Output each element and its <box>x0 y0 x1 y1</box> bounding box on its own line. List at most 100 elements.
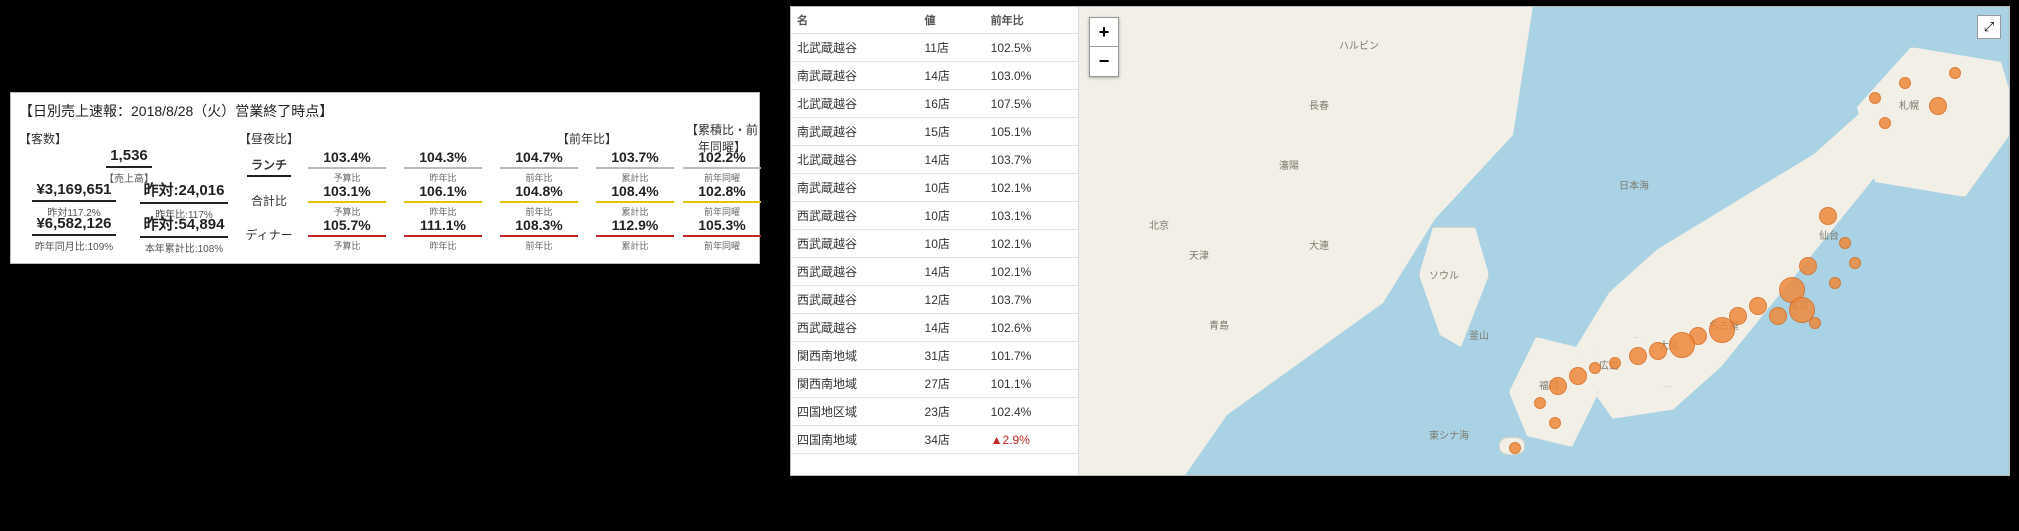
m-2-1: 111.1%昨年比 <box>395 217 491 252</box>
map-marker[interactable] <box>1709 317 1735 343</box>
sales-summary-panel: 【日別売上速報：2018/8/28（火）営業終了時点】 【客数】 【昼夜比】 【… <box>10 92 760 264</box>
table-cell: 103.1% <box>985 202 1078 230</box>
map-label: 天津 <box>1189 247 1209 262</box>
table-cell: 102.4% <box>985 398 1078 426</box>
map-label: 仙台 <box>1819 227 1839 242</box>
table-row[interactable]: 南武蔵越谷14店103.0% <box>791 62 1078 90</box>
map-label: ソウル <box>1429 267 1459 282</box>
table-cell: 101.1% <box>985 370 1078 398</box>
table-cell: 23店 <box>919 398 985 426</box>
table-row[interactable]: 南武蔵越谷10店102.1% <box>791 174 1078 202</box>
map-marker[interactable] <box>1839 237 1851 249</box>
map-label: 釜山 <box>1469 327 1489 342</box>
map-marker[interactable] <box>1849 257 1861 269</box>
kyakusu-total: 1,536 <box>106 147 152 168</box>
table-cell: 101.7% <box>985 342 1078 370</box>
map-marker[interactable] <box>1569 367 1587 385</box>
hdr-zennenhi: 【前年比】 <box>491 130 683 147</box>
table-row[interactable]: 四国南地域34店▲2.9% <box>791 426 1078 454</box>
map-marker[interactable] <box>1929 97 1947 115</box>
map-label: 日本海 <box>1619 177 1649 192</box>
table-row[interactable]: 関西南地域31店101.7% <box>791 342 1078 370</box>
map-label: 北京 <box>1149 217 1169 232</box>
table-cell: 107.5% <box>985 90 1078 118</box>
m-1-1: 106.1%昨年比 <box>395 183 491 218</box>
table-cell: 103.7% <box>985 146 1078 174</box>
table-cell: 105.1% <box>985 118 1078 146</box>
map-marker[interactable] <box>1609 357 1621 369</box>
map-marker[interactable] <box>1549 377 1567 395</box>
table-cell: 102.1% <box>985 174 1078 202</box>
m-1-3: 108.4%累計比 <box>587 183 683 218</box>
table-row[interactable]: 西武蔵越谷10店102.1% <box>791 230 1078 258</box>
table-cell: 102.1% <box>985 230 1078 258</box>
table-row[interactable]: 西武蔵越谷10店103.1% <box>791 202 1078 230</box>
table-row[interactable]: 西武蔵越谷12店103.7% <box>791 286 1078 314</box>
table-cell: 南武蔵越谷 <box>791 118 919 146</box>
map-marker[interactable] <box>1649 342 1667 360</box>
m-1-4: 102.8%前年同曜 <box>683 183 761 218</box>
table-cell: 関西南地域 <box>791 342 919 370</box>
m-2-4: 105.3%前年同曜 <box>683 217 761 252</box>
table-cell: 103.7% <box>985 286 1078 314</box>
table-cell: 14店 <box>919 314 985 342</box>
table-cell: 31店 <box>919 342 985 370</box>
map-marker[interactable] <box>1809 317 1821 329</box>
r2-v1: ¥6,582,126昨年同月比:109% <box>19 215 129 253</box>
map-marker[interactable] <box>1749 297 1767 315</box>
map-marker[interactable] <box>1549 417 1561 429</box>
sales-title: 【日別売上速報：2018/8/28（火）営業終了時点】 <box>19 99 751 127</box>
map-marker[interactable] <box>1799 257 1817 275</box>
r1-v1: ¥3,169,651昨対117.2% <box>19 181 129 219</box>
map-marker[interactable] <box>1819 207 1837 225</box>
table-row[interactable]: 南武蔵越谷15店105.1% <box>791 118 1078 146</box>
japan-map[interactable]: + − ⤢ ハルビン長春瀋陽北京天津大連青島ソウル釜山日本海札幌仙台東京名古屋大… <box>1079 7 2009 475</box>
table-row[interactable]: 北武蔵越谷11店102.5% <box>791 34 1078 62</box>
m-0-2: 104.7%前年比 <box>491 149 587 184</box>
table-row[interactable]: 北武蔵越谷16店107.5% <box>791 90 1078 118</box>
table-row[interactable]: 四国地区域23店102.4% <box>791 398 1078 426</box>
map-marker[interactable] <box>1879 117 1891 129</box>
zoom-in-button[interactable]: + <box>1089 17 1119 47</box>
map-panel: 名 値 前年比 北武蔵越谷11店102.5%南武蔵越谷14店103.0%北武蔵越… <box>790 6 2010 476</box>
table-row[interactable]: 関西南地域27店101.1% <box>791 370 1078 398</box>
table-cell: 10店 <box>919 202 985 230</box>
table-cell: 11店 <box>919 34 985 62</box>
table-row[interactable]: 北武蔵越谷14店103.7% <box>791 146 1078 174</box>
side-label-2: ディナー <box>239 226 299 243</box>
map-label: 瀋陽 <box>1279 157 1299 172</box>
table-cell: 16店 <box>919 90 985 118</box>
map-marker[interactable] <box>1899 77 1911 89</box>
m-0-3: 103.7%累計比 <box>587 149 683 184</box>
map-marker[interactable] <box>1509 442 1521 454</box>
map-marker[interactable] <box>1534 397 1546 409</box>
map-marker[interactable] <box>1869 92 1881 104</box>
map-label: 長春 <box>1309 97 1329 112</box>
zoom-out-button[interactable]: − <box>1089 47 1119 77</box>
map-expand-button[interactable]: ⤢ <box>1977 15 2001 39</box>
table-cell: 北武蔵越谷 <box>791 146 919 174</box>
table-row[interactable]: 西武蔵越谷14店102.6% <box>791 314 1078 342</box>
map-marker[interactable] <box>1589 362 1601 374</box>
table-cell: 102.5% <box>985 34 1078 62</box>
map-marker[interactable] <box>1629 347 1647 365</box>
th-0[interactable]: 名 <box>791 7 919 34</box>
side-label-0: ランチ <box>239 156 299 177</box>
table-cell: 102.6% <box>985 314 1078 342</box>
th-2[interactable]: 前年比 <box>985 7 1078 34</box>
table-row[interactable]: 西武蔵越谷14店102.1% <box>791 258 1078 286</box>
table-cell: 27店 <box>919 370 985 398</box>
th-1[interactable]: 値 <box>919 7 985 34</box>
sales-grid: 【客数】 【昼夜比】 【前年比】 【累積比・前年同曜】 1,536 【売上高】 … <box>19 127 751 251</box>
side-label-1: 合計比 <box>239 192 299 209</box>
map-marker[interactable] <box>1949 67 1961 79</box>
m-2-3: 112.9%累計比 <box>587 217 683 252</box>
map-marker[interactable] <box>1669 332 1695 358</box>
table-cell: 12店 <box>919 286 985 314</box>
table-cell: 関西南地域 <box>791 370 919 398</box>
hdr-kyakusu: 【客数】 <box>19 130 129 147</box>
table-cell: 西武蔵越谷 <box>791 258 919 286</box>
map-marker[interactable] <box>1769 307 1787 325</box>
table-cell: 34店 <box>919 426 985 454</box>
map-marker[interactable] <box>1829 277 1841 289</box>
